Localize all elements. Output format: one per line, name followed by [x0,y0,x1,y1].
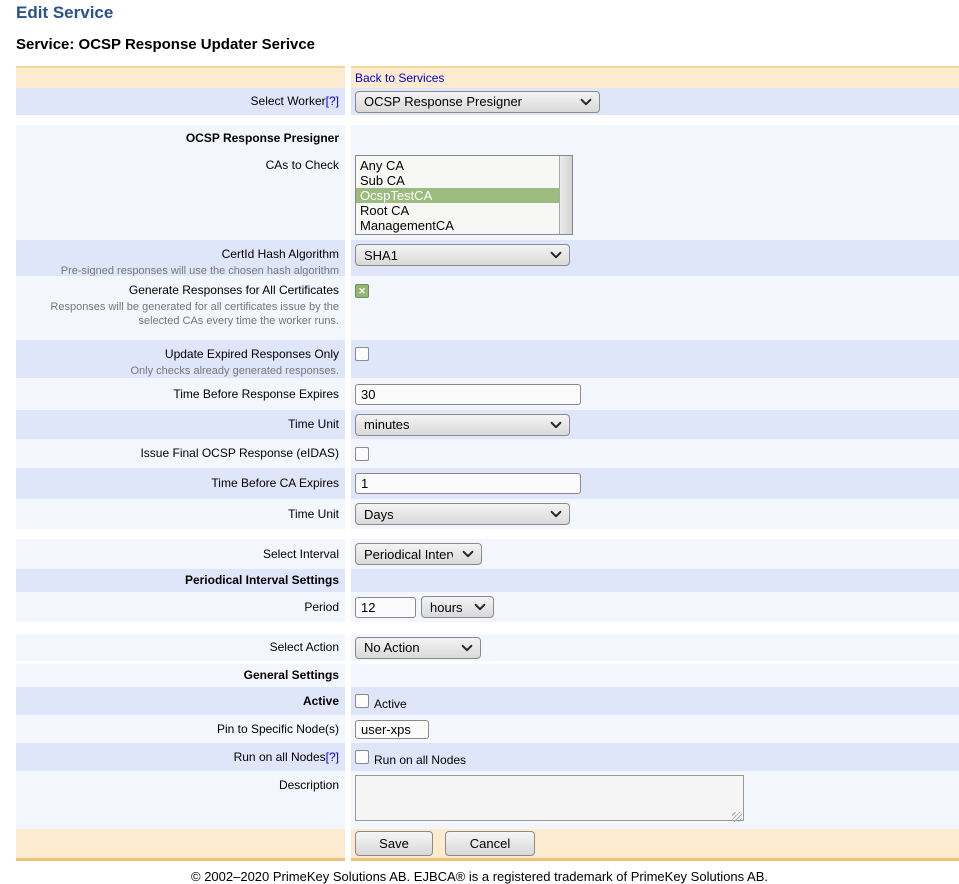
run-all-nodes-label: Run on all Nodes[?] [234,750,339,765]
select-action-dropdown[interactable]: No Action [355,637,481,659]
chevron-down-icon [461,547,475,561]
chevron-down-icon [549,248,563,262]
time-before-response-input[interactable] [355,384,581,405]
save-button[interactable]: Save [355,831,433,856]
update-expired-help: Only checks already generated responses. [130,362,339,378]
update-expired-label: Update Expired Responses Only [165,347,339,362]
generate-responses-label: Generate Responses for All Certificates [129,283,339,298]
description-textarea[interactable] [355,775,744,821]
time-unit-label: Time Unit [288,417,339,432]
worker-help-link[interactable]: [?] [326,94,339,108]
time-unit-2-row: Time Unit Days [16,499,959,529]
select-worker-label: Select Worker[?] [251,94,339,109]
chevron-down-icon [473,600,487,614]
active-checkbox[interactable] [355,694,369,708]
certid-hash-label: CertId Hash Algorithm [222,247,339,262]
time-unit-dropdown[interactable]: minutes [355,414,570,436]
period-input[interactable] [355,597,416,618]
generate-responses-checkbox[interactable]: ✕ [355,284,369,298]
active-checkbox-label: Active [374,697,407,711]
active-row: Active Active [16,687,959,715]
run-all-nodes-checkbox-label: Run on all Nodes [374,753,466,767]
time-before-ca-input[interactable] [355,473,581,494]
select-worker-dropdown[interactable]: OCSP Response Presigner [355,91,600,113]
back-row: Back to Services [16,66,959,88]
time-unit-2-dropdown[interactable]: Days [355,503,570,525]
time-before-response-row: Time Before Response Expires [16,378,959,410]
chevron-down-icon [460,641,474,655]
generate-responses-row: Generate Responses for All Certificates … [16,276,959,340]
select-action-label: Select Action [270,640,339,655]
ca-option[interactable]: ManagementCA [356,218,572,233]
ca-option[interactable]: Root CA [356,203,572,218]
general-settings-header-row: General Settings [16,664,959,687]
time-before-ca-label: Time Before CA Expires [211,476,339,491]
pin-nodes-row: Pin to Specific Node(s) [16,715,959,743]
cas-listbox[interactable]: Any CASub CAOcspTestCARoot CAManagementC… [355,155,573,235]
general-section-header: General Settings [244,668,339,683]
time-before-response-label: Time Before Response Expires [173,387,339,402]
eidas-row: Issue Final OCSP Response (eIDAS) [16,439,959,468]
description-row: Description [16,771,959,829]
actions-row: Save Cancel [16,829,959,861]
select-worker-row: Select Worker[?] OCSP Response Presigner [16,88,959,115]
chevron-down-icon [579,95,593,109]
periodical-section-header: Periodical Interval Settings [185,573,339,588]
chevron-down-icon [549,507,563,521]
certid-hash-row: CertId Hash Algorithm Pre-signed respons… [16,240,959,276]
service-edit-form: Back to Services Select Worker[?] OCSP R… [16,66,959,861]
eidas-label: Issue Final OCSP Response (eIDAS) [140,446,339,461]
ca-option[interactable]: Any CA [356,158,572,173]
worker-settings-header-row: OCSP Response Presigner [16,125,959,151]
cancel-button[interactable]: Cancel [445,831,535,856]
cas-to-check-label: CAs to Check [266,158,339,173]
back-to-services-link[interactable]: Back to Services [355,71,444,85]
description-label: Description [279,778,339,793]
page-title: Edit Service [16,3,959,23]
update-expired-checkbox[interactable] [355,347,369,361]
update-expired-row: Update Expired Responses Only Only check… [16,340,959,378]
eidas-checkbox[interactable] [355,447,369,461]
select-interval-row: Select Interval Periodical Interval [16,539,959,569]
chevron-down-icon [549,418,563,432]
generate-responses-help: Responses will be generated for all cert… [16,298,339,328]
worker-section-header: OCSP Response Presigner [186,131,339,146]
ca-option[interactable]: OcspTestCA [356,188,572,203]
pin-nodes-label: Pin to Specific Node(s) [217,722,339,737]
certid-hash-dropdown[interactable]: SHA1 [355,244,570,266]
listbox-scrollbar[interactable] [559,156,572,234]
run-all-nodes-checkbox[interactable] [355,750,369,764]
period-label: Period [304,600,339,615]
select-interval-label: Select Interval [263,547,339,562]
select-interval-dropdown[interactable]: Periodical Interval [355,543,482,565]
periodical-settings-header-row: Periodical Interval Settings [16,569,959,592]
time-unit-row: Time Unit minutes [16,410,959,439]
time-unit-2-label: Time Unit [288,507,339,522]
run-all-nodes-row: Run on all Nodes[?] Run on all Nodes [16,743,959,771]
active-label: Active [303,694,339,709]
select-action-row: Select Action No Action [16,634,959,661]
ca-option[interactable]: Sub CA [356,173,572,188]
period-unit-dropdown[interactable]: hours [421,596,494,618]
pin-nodes-input[interactable] [355,720,429,739]
run-nodes-help-link[interactable]: [?] [326,750,339,764]
period-row: Period hours [16,592,959,622]
time-before-ca-row: Time Before CA Expires [16,468,959,499]
service-name-subtitle: Service: OCSP Response Updater Serivce [16,36,959,53]
cas-to-check-row: CAs to Check Any CASub CAOcspTestCARoot … [16,151,959,240]
